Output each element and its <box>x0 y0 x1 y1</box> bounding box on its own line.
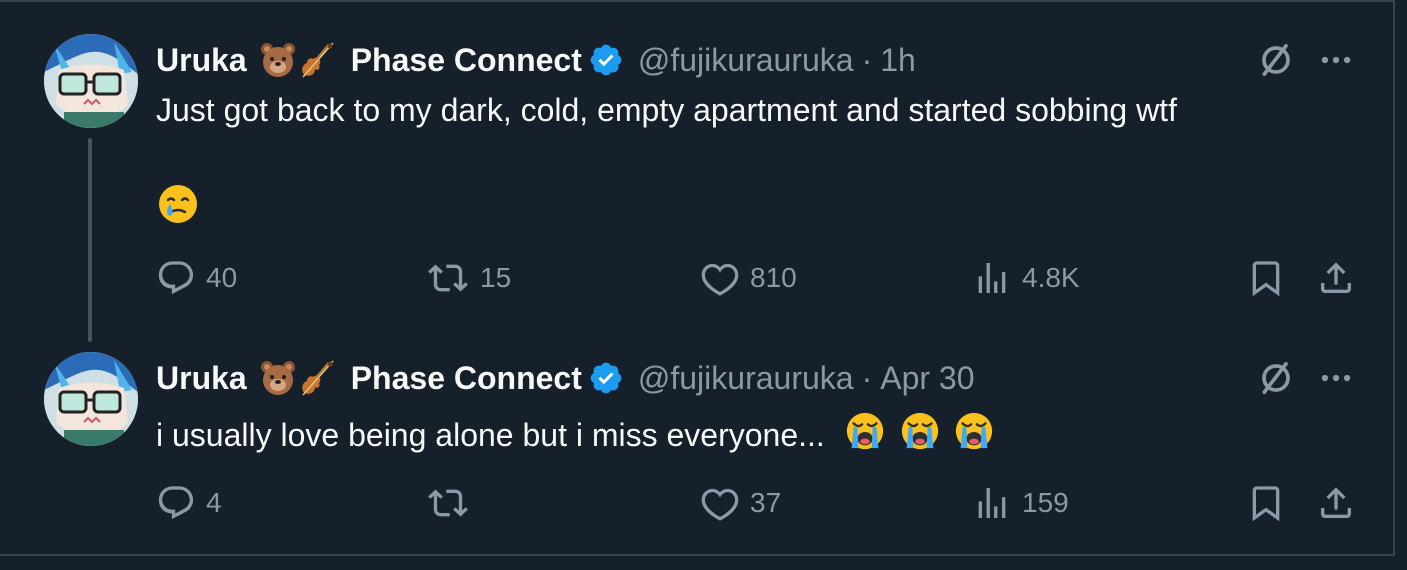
verified-badge-icon[interactable] <box>588 360 624 396</box>
avatar[interactable] <box>44 34 138 128</box>
like-button[interactable]: 810 <box>700 258 797 298</box>
bookmark-icon <box>1246 483 1286 523</box>
like-count: 810 <box>750 262 797 293</box>
action-bar: 4 37 159 <box>0 483 1395 523</box>
timestamp[interactable]: 1h <box>880 40 916 80</box>
display-name[interactable]: Uruka <box>156 40 247 80</box>
tweet-text: Just got back to my dark, cold, empty ap… <box>156 92 1177 128</box>
reply-icon <box>156 483 196 523</box>
repost-button[interactable]: 15 <box>426 258 511 298</box>
avatar-image <box>44 352 138 446</box>
reply-button[interactable]: 4 <box>156 483 222 523</box>
heart-icon <box>700 483 740 523</box>
more-options-icon[interactable] <box>1317 359 1355 397</box>
tweet-text-row: i usually love being alone but i miss ev… <box>156 410 995 455</box>
views-button[interactable]: 4.8K <box>972 258 1080 298</box>
repost-button[interactable] <box>426 483 480 523</box>
bookmark-icon <box>1246 258 1286 298</box>
bear-emoji-icon <box>259 41 297 79</box>
reply-icon <box>156 258 196 298</box>
share-button[interactable] <box>1316 258 1356 298</box>
share-icon <box>1316 483 1356 523</box>
repost-icon <box>426 258 470 298</box>
handle[interactable]: @fujikurauruka <box>638 358 854 398</box>
views-chart-icon <box>972 258 1012 298</box>
separator-dot: · <box>861 360 873 396</box>
avatar-image <box>44 34 138 128</box>
like-count: 37 <box>750 487 782 518</box>
loudly-crying-face-emoji-icon <box>844 410 886 452</box>
face-holding-back-tears-emoji-icon <box>156 182 200 226</box>
reply-count: 40 <box>206 262 238 293</box>
repost-icon <box>426 483 470 523</box>
view-count: 159 <box>1022 487 1069 518</box>
tweet-text: i usually love being alone but i miss ev… <box>156 417 825 453</box>
action-bar: 40 15 810 4.8K <box>0 258 1395 298</box>
timestamp[interactable]: Apr 30 <box>880 358 974 398</box>
repost-count: 15 <box>480 262 512 293</box>
violin-emoji-icon <box>299 41 337 79</box>
verified-badge-icon[interactable] <box>588 42 624 78</box>
thread-connector-line <box>88 138 92 342</box>
grok-icon[interactable] <box>1256 40 1296 80</box>
tweet-header: Uruka Phase Connect @fujikurauruka · 1h <box>156 40 916 80</box>
views-button[interactable]: 159 <box>972 483 1069 523</box>
views-chart-icon <box>972 483 1012 523</box>
avatar[interactable] <box>44 352 138 446</box>
tweet-header: Uruka Phase Connect @fujikurauruka · Apr… <box>156 358 975 398</box>
like-button[interactable]: 37 <box>700 483 781 523</box>
view-count: 4.8K <box>1022 262 1080 293</box>
bookmark-button[interactable] <box>1246 483 1286 523</box>
org-name[interactable]: Phase Connect <box>351 358 582 398</box>
bear-emoji-icon <box>259 359 297 397</box>
separator-dot: · <box>861 42 873 78</box>
bookmark-button[interactable] <box>1246 258 1286 298</box>
share-button[interactable] <box>1316 483 1356 523</box>
handle[interactable]: @fujikurauruka <box>638 40 854 80</box>
violin-emoji-icon <box>299 359 337 397</box>
heart-icon <box>700 258 740 298</box>
more-options-icon[interactable] <box>1317 41 1355 79</box>
loudly-crying-face-emoji-icon <box>899 410 941 452</box>
reply-count: 4 <box>206 487 222 518</box>
loudly-crying-face-emoji-icon <box>953 410 995 452</box>
grok-icon[interactable] <box>1256 358 1296 398</box>
display-name[interactable]: Uruka <box>156 358 247 398</box>
reply-button[interactable]: 40 <box>156 258 237 298</box>
org-name[interactable]: Phase Connect <box>351 40 582 80</box>
share-icon <box>1316 258 1356 298</box>
